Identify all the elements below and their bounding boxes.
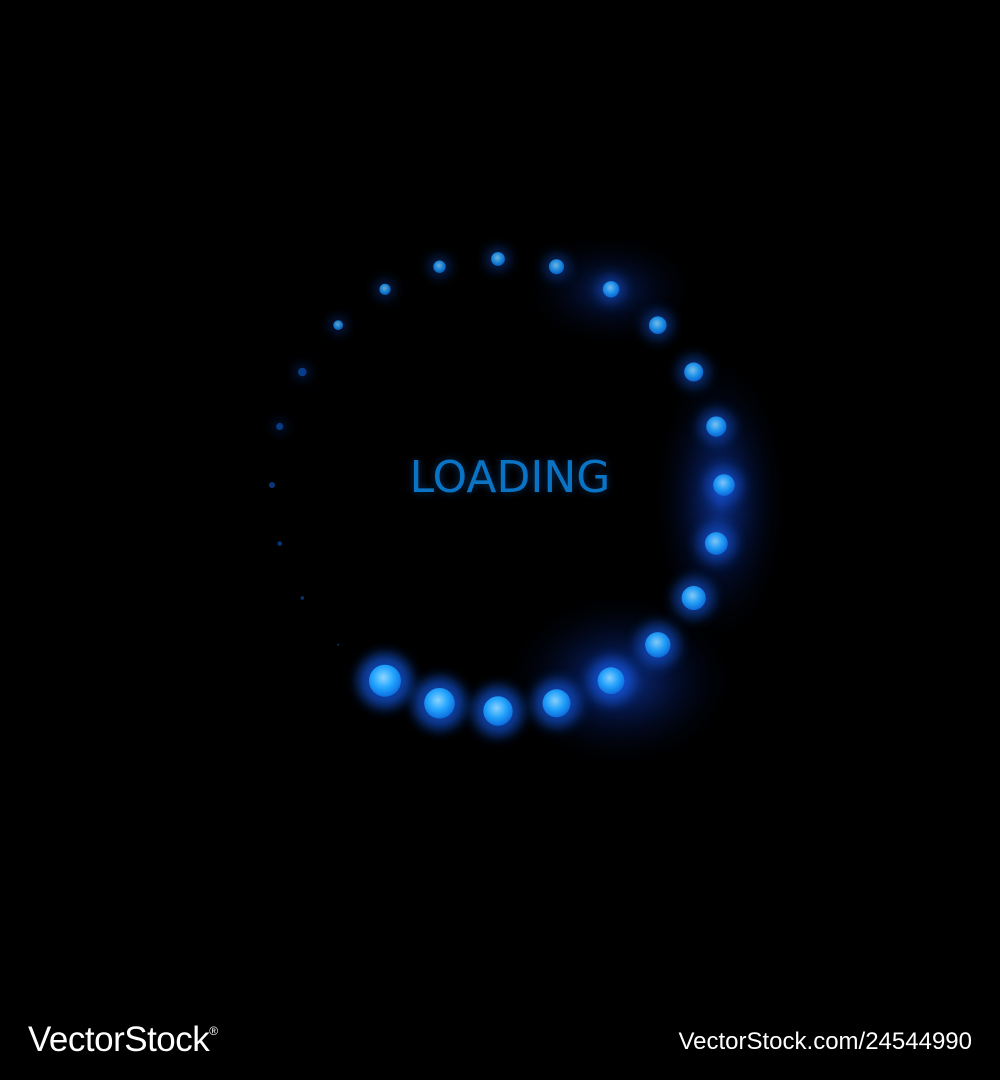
spinner-dot [699, 409, 734, 444]
spinner-dot [375, 279, 395, 299]
spinner-dot [473, 686, 523, 736]
spinner-dot [337, 643, 340, 646]
spinner-dot-core [424, 688, 455, 719]
spinner-dot [357, 653, 413, 708]
spinner-dot [677, 355, 710, 389]
spinner-dot-core [300, 596, 304, 600]
spinner-dot [532, 679, 581, 728]
spinner-dot-core [483, 696, 513, 726]
spinner-dot [696, 524, 736, 563]
spinner-dot-core [337, 643, 340, 646]
spinner-dot-core [491, 252, 505, 266]
spinner-dot [486, 247, 510, 271]
brand-name: VectorStock [28, 1020, 210, 1059]
spinner-dot [543, 253, 570, 280]
loading-screen: LOADING VectorStock® VectorStock.com/245… [0, 0, 1000, 1080]
spinner-dot [277, 541, 283, 546]
spinner-dot-core [704, 532, 728, 555]
spinner-dot [300, 596, 304, 600]
spinner-dot-core [369, 664, 401, 697]
spinner-dot [636, 623, 680, 667]
spinner-dot-core [298, 367, 307, 377]
spinner-dot-core [645, 632, 671, 658]
spinner-dot [588, 657, 634, 704]
brand-mark: ® [209, 1024, 218, 1038]
spinner-dot-core [333, 320, 344, 331]
spinner-dot-core [684, 362, 704, 382]
loading-spinner [269, 230, 790, 770]
spinner-dot-core [277, 541, 283, 546]
spinner-dot [428, 256, 451, 278]
spinner-dot-core [276, 422, 284, 431]
spinner-dot-core [597, 667, 625, 695]
spinner-dot-core [602, 281, 620, 298]
spinner-dot [329, 316, 347, 334]
spinner-dot [273, 420, 286, 433]
spinner-dot [642, 310, 673, 341]
spinner-dot-core [681, 585, 706, 611]
watermark-footer: VectorStock® VectorStock.com/24544990 [0, 1000, 1000, 1080]
brand-logo: VectorStock® [28, 1020, 218, 1060]
spinner-dot-core [649, 316, 667, 335]
spinner-dot-core [706, 416, 727, 437]
spinner-dot-core [542, 689, 571, 718]
spinner-dot [673, 577, 715, 619]
spinner-dot-core [269, 482, 275, 488]
spinner-dot [295, 364, 310, 380]
spinner-dot-core [433, 260, 446, 273]
spinner-dot-core [379, 283, 391, 295]
spinner-dot-core [549, 259, 564, 275]
loading-label: LOADING [409, 452, 611, 503]
image-id-text: VectorStock.com/24544990 [678, 1028, 972, 1055]
spinner-dot [597, 275, 625, 304]
spinner-dot [269, 482, 275, 488]
spinner-dot [413, 677, 466, 730]
